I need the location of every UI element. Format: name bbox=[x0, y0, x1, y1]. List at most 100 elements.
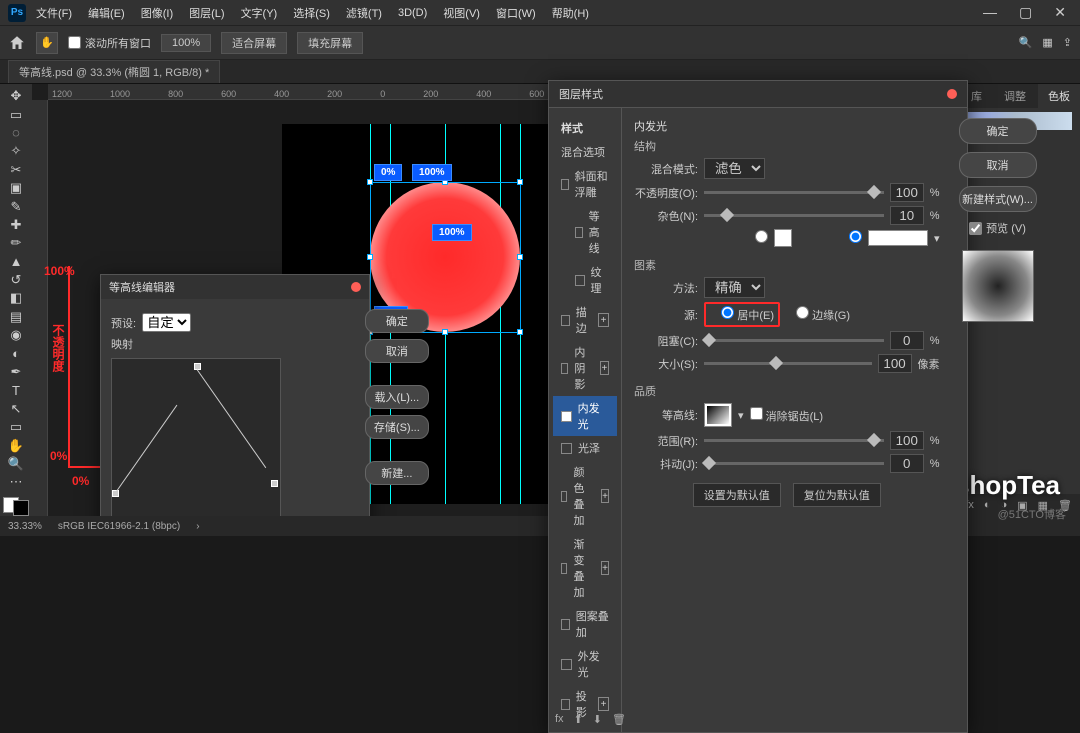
wand-tool-icon[interactable]: ✧ bbox=[3, 143, 29, 159]
fit-screen-button[interactable]: 适合屏幕 bbox=[221, 32, 287, 54]
search-icon[interactable]: 🔍 bbox=[1019, 36, 1033, 49]
blend-mode-select[interactable]: 滤色 bbox=[704, 158, 765, 179]
add-icon[interactable]: + bbox=[601, 561, 609, 575]
transform-handle[interactable] bbox=[517, 179, 523, 185]
add-icon[interactable]: + bbox=[601, 489, 609, 503]
preview-checkbox[interactable]: 预览 (V) bbox=[969, 220, 1026, 236]
source-edge-radio[interactable]: 边缘(G) bbox=[786, 306, 850, 323]
document-tab[interactable]: 等高线.psd @ 33.3% (椭圆 1, RGB/8) * bbox=[8, 60, 220, 83]
layer-style-dialog[interactable]: 图层样式 样式 混合选项 斜面和浮雕 等高线 纹理 描边+ 内阴影+ 内发光 光… bbox=[548, 80, 968, 733]
glow-color-radio[interactable] bbox=[704, 230, 768, 246]
size-value[interactable] bbox=[878, 354, 912, 373]
arrow-up-icon[interactable]: ⬆ bbox=[574, 713, 583, 726]
style-pattern-overlay[interactable]: 图案叠加 bbox=[553, 604, 617, 644]
jitter-value[interactable] bbox=[890, 454, 924, 473]
close-icon[interactable]: ✕ bbox=[1048, 2, 1072, 23]
arrow-down-icon[interactable]: ⬇ bbox=[593, 713, 602, 726]
stamp-tool-icon[interactable]: ▲ bbox=[3, 254, 29, 270]
menu-view[interactable]: 视图(V) bbox=[437, 2, 486, 24]
menu-edit[interactable]: 编辑(E) bbox=[82, 2, 131, 24]
blur-tool-icon[interactable]: ◉ bbox=[3, 327, 29, 343]
transform-handle[interactable] bbox=[367, 254, 373, 260]
gradient-tool-icon[interactable]: ▤ bbox=[3, 309, 29, 325]
noise-value[interactable] bbox=[890, 206, 924, 225]
eyedropper-tool-icon[interactable]: ✎ bbox=[3, 198, 29, 214]
hand-tool-icon2[interactable]: ✋ bbox=[3, 437, 29, 453]
menu-window[interactable]: 窗口(W) bbox=[490, 2, 542, 24]
chevron-right-icon[interactable]: › bbox=[196, 521, 199, 532]
transform-handle[interactable] bbox=[517, 329, 523, 335]
share-icon[interactable]: ⇪ bbox=[1063, 36, 1072, 49]
adjust-tab[interactable]: 调整 bbox=[994, 84, 1036, 108]
home-icon[interactable] bbox=[8, 34, 26, 52]
glow-gradient-radio[interactable] bbox=[798, 230, 862, 246]
fg-bg-color[interactable] bbox=[3, 497, 29, 516]
transform-handle[interactable] bbox=[442, 329, 448, 335]
type-tool-icon[interactable]: T bbox=[3, 382, 29, 398]
contour-graph[interactable] bbox=[111, 358, 281, 516]
frame-tool-icon[interactable]: ▣ bbox=[3, 180, 29, 196]
heal-tool-icon[interactable]: ✚ bbox=[3, 217, 29, 233]
guide-line[interactable] bbox=[500, 124, 501, 504]
chevron-down-icon[interactable]: ▾ bbox=[738, 409, 744, 422]
transform-handle[interactable] bbox=[367, 179, 373, 185]
path-tool-icon[interactable]: ↖ bbox=[3, 401, 29, 417]
style-contour[interactable]: 等高线 bbox=[553, 204, 617, 260]
eraser-tool-icon[interactable]: ◧ bbox=[3, 290, 29, 306]
hand-tool-icon[interactable]: ✋ bbox=[36, 32, 58, 54]
workspace-icon[interactable]: ▦ bbox=[1042, 36, 1052, 49]
style-grad-overlay[interactable]: 渐变叠加+ bbox=[553, 532, 617, 604]
menu-select[interactable]: 选择(S) bbox=[287, 2, 336, 24]
contour-new-button[interactable]: 新建... bbox=[365, 461, 429, 485]
add-icon[interactable]: + bbox=[600, 361, 609, 375]
contour-load-button[interactable]: 载入(L)... bbox=[365, 385, 429, 409]
preset-select[interactable]: 自定 bbox=[142, 313, 191, 332]
add-icon[interactable]: + bbox=[598, 697, 609, 711]
style-bevel[interactable]: 斜面和浮雕 bbox=[553, 164, 617, 204]
contour-save-button[interactable]: 存储(S)... bbox=[365, 415, 429, 439]
style-header[interactable]: 样式 bbox=[553, 116, 617, 140]
menu-3d[interactable]: 3D(D) bbox=[392, 4, 433, 22]
style-inner-shadow[interactable]: 内阴影+ bbox=[553, 340, 617, 396]
menu-image[interactable]: 图像(I) bbox=[135, 2, 179, 24]
style-blend[interactable]: 混合选项 bbox=[553, 140, 617, 164]
marquee-tool-icon[interactable]: ▭ bbox=[3, 106, 29, 122]
chevron-down-icon[interactable]: ▾ bbox=[934, 232, 940, 245]
curve-point[interactable] bbox=[271, 480, 278, 487]
choke-slider[interactable] bbox=[704, 339, 884, 342]
more-tools-icon[interactable]: ⋯ bbox=[3, 474, 29, 490]
color-tab[interactable]: 色板 bbox=[1038, 84, 1080, 108]
style-outer-glow[interactable]: 外发光 bbox=[553, 644, 617, 684]
size-slider[interactable] bbox=[704, 362, 872, 365]
menu-layer[interactable]: 图层(L) bbox=[183, 2, 230, 24]
style-stroke[interactable]: 描边+ bbox=[553, 300, 617, 340]
opacity-slider[interactable] bbox=[704, 191, 884, 194]
minimize-icon[interactable]: — bbox=[977, 2, 1003, 23]
brush-tool-icon[interactable]: ✏ bbox=[3, 235, 29, 251]
lasso-tool-icon[interactable]: ◌ bbox=[3, 125, 29, 141]
maximize-icon[interactable]: ▢ bbox=[1013, 2, 1038, 23]
zoom-tool-icon[interactable]: 🔍 bbox=[3, 456, 29, 472]
layer-style-title-bar[interactable]: 图层样式 bbox=[549, 81, 967, 108]
shape-tool-icon[interactable]: ▭ bbox=[3, 419, 29, 435]
jitter-slider[interactable] bbox=[704, 462, 884, 465]
status-zoom[interactable]: 33.33% bbox=[8, 521, 42, 532]
contour-editor-dialog[interactable]: 等高线编辑器 预设: 自定 映射 bbox=[100, 274, 370, 516]
style-inner-glow[interactable]: 内发光 bbox=[553, 396, 617, 436]
reset-default-button[interactable]: 复位为默认值 bbox=[793, 483, 881, 507]
antialias-checkbox[interactable]: 消除锯齿(L) bbox=[750, 407, 824, 424]
dodge-tool-icon[interactable]: ◐ bbox=[3, 345, 29, 361]
crop-tool-icon[interactable]: ✂ bbox=[3, 162, 29, 178]
range-slider[interactable] bbox=[704, 439, 884, 442]
status-profile[interactable]: sRGB IEC61966-2.1 (8bpc) bbox=[58, 521, 180, 532]
menu-help[interactable]: 帮助(H) bbox=[546, 2, 595, 24]
add-icon[interactable]: + bbox=[598, 313, 609, 327]
menu-filter[interactable]: 滤镜(T) bbox=[340, 2, 388, 24]
contour-ok-button[interactable]: 确定 bbox=[365, 309, 429, 333]
close-dot-icon[interactable] bbox=[351, 282, 361, 292]
choke-value[interactable] bbox=[890, 331, 924, 350]
move-tool-icon[interactable]: ✥ bbox=[3, 88, 29, 104]
ls-cancel-button[interactable]: 取消 bbox=[959, 152, 1037, 178]
menu-type[interactable]: 文字(Y) bbox=[235, 2, 284, 24]
contour-cancel-button[interactable]: 取消 bbox=[365, 339, 429, 363]
